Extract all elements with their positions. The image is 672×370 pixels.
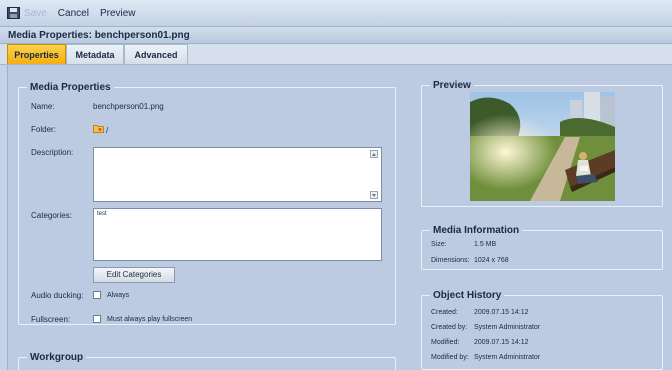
- workgroup-group: Workgroup: [18, 352, 396, 370]
- name-label: Name:: [31, 102, 55, 111]
- modified-by-value: System Administrator: [474, 354, 541, 361]
- audio-ducking-checkbox[interactable]: [93, 291, 101, 299]
- scroll-down-arrow-icon[interactable]: [370, 191, 378, 199]
- description-textarea[interactable]: [93, 147, 382, 202]
- tab-metadata[interactable]: Metadata: [66, 44, 124, 64]
- cancel-button[interactable]: Cancel: [58, 8, 89, 19]
- scroll-up-arrow-icon[interactable]: [370, 150, 378, 158]
- modified-label: Modified:: [431, 339, 460, 346]
- categories-text: test: [97, 211, 107, 217]
- media-information-legend: Media Information: [433, 225, 520, 236]
- created-value: 2009.07.15 14:12: [474, 309, 529, 316]
- modified-value: 2009.07.15 14:12: [474, 339, 529, 346]
- folder-label: Folder:: [31, 125, 56, 134]
- name-value: benchperson01.png: [93, 102, 164, 111]
- tab-properties[interactable]: Properties: [7, 44, 66, 64]
- page-title: Media Properties: benchperson01.png: [0, 27, 672, 44]
- folder-path[interactable]: /: [106, 126, 108, 135]
- folder-icon[interactable]: [93, 123, 104, 133]
- fullscreen-checkbox[interactable]: [93, 315, 101, 323]
- fullscreen-option: Must always play fullscreen: [107, 316, 193, 323]
- created-label: Created:: [431, 309, 458, 316]
- media-properties-legend: Media Properties: [30, 82, 111, 93]
- tab-advanced[interactable]: Advanced: [124, 44, 188, 64]
- audio-ducking-option: Always: [107, 292, 130, 299]
- edit-categories-button[interactable]: Edit Categories: [93, 267, 175, 283]
- categories-textarea[interactable]: test: [93, 208, 382, 261]
- fullscreen-label: Fullscreen:: [31, 315, 71, 324]
- toolbar: Save Cancel Preview: [0, 0, 672, 27]
- audio-ducking-label: Audio ducking:: [31, 291, 84, 300]
- dimensions-value: 1024 x 768: [474, 257, 509, 264]
- object-history-legend: Object History: [433, 290, 502, 301]
- created-by-label: Created by:: [431, 324, 468, 331]
- tab-bar: Properties Metadata Advanced: [0, 44, 672, 65]
- created-by-value: System Administrator: [474, 324, 541, 331]
- preview-legend: Preview: [433, 80, 471, 91]
- save-button[interactable]: Save: [24, 8, 47, 19]
- workgroup-legend: Workgroup: [30, 352, 84, 363]
- size-label: Size:: [431, 241, 447, 248]
- modified-by-label: Modified by:: [431, 354, 469, 361]
- media-preview-image: [470, 92, 615, 201]
- description-label: Description:: [31, 148, 74, 157]
- properties-panel: Media Properties Name: benchperson01.png…: [7, 65, 672, 370]
- size-value: 1.5 MB: [474, 241, 497, 248]
- media-properties-group: Media Properties: [18, 82, 396, 325]
- dimensions-label: Dimensions:: [431, 257, 470, 264]
- categories-label: Categories:: [31, 211, 72, 220]
- preview-button[interactable]: Preview: [100, 8, 136, 19]
- save-disk-icon[interactable]: [7, 7, 20, 19]
